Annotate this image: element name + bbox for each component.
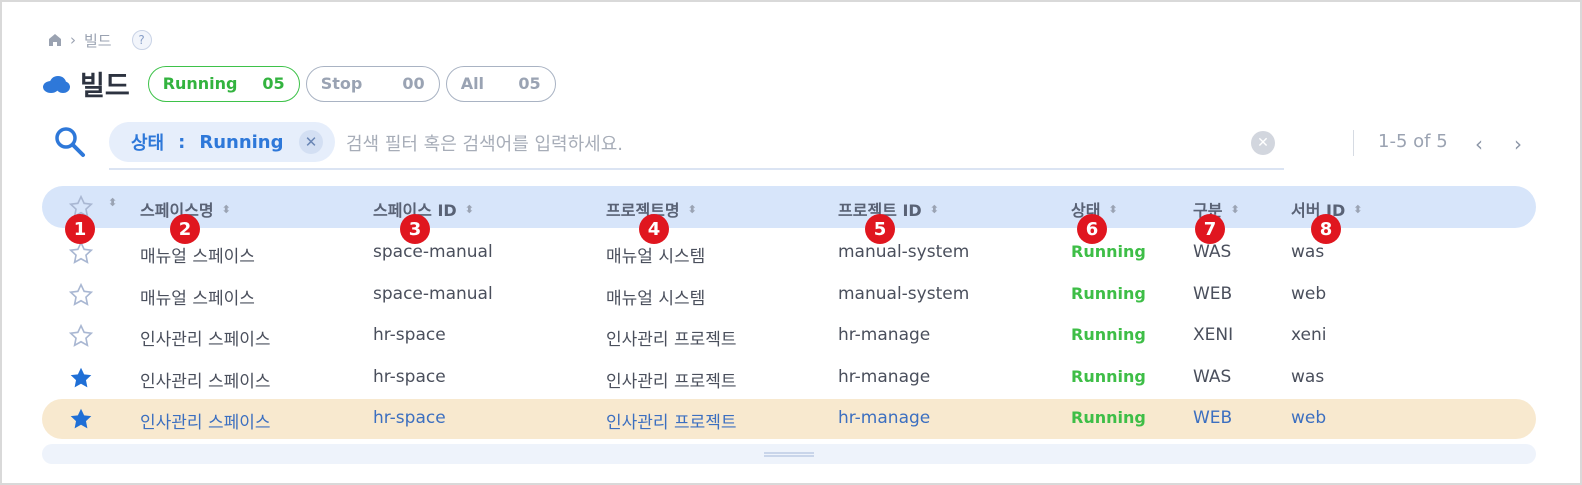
cell-status: Running — [1071, 367, 1146, 386]
chip-key: 상태 — [131, 133, 165, 154]
sort-icon[interactable]: ⬍ — [108, 197, 117, 208]
cell-space-id: space-manual — [373, 242, 493, 262]
search-underline — [109, 168, 1284, 170]
cloud-icon — [43, 75, 70, 93]
cell-server-id: web — [1291, 408, 1327, 428]
cell-server-id: web — [1291, 284, 1327, 304]
sort-icon: ⬍ — [464, 202, 474, 216]
annotation-badge: 5 — [865, 214, 895, 244]
cell-space-name: 인사관리 스페이스 — [140, 413, 271, 433]
filter-chip[interactable]: 상태 : Running ✕ — [109, 122, 335, 162]
cell-space-id: hr-space — [373, 408, 446, 428]
sort-icon: ⬍ — [221, 202, 231, 216]
scroll-handle[interactable] — [764, 452, 814, 457]
filter-count: 05 — [262, 74, 285, 93]
clear-icon[interactable]: ✕ — [1251, 131, 1275, 155]
sort-icon: ⬍ — [1353, 202, 1363, 216]
sort-icon: ⬍ — [1108, 202, 1118, 216]
star-filled-icon[interactable] — [68, 406, 94, 436]
chip-value: Running — [199, 131, 284, 153]
page-frame: › 빌드 ? 빌드 Running 05 Stop 00 All 05 상태 :… — [0, 0, 1582, 485]
star-filled-icon[interactable] — [68, 365, 94, 395]
filter-label: All — [460, 74, 485, 93]
close-icon[interactable]: ✕ — [299, 130, 323, 154]
filter-count: 05 — [518, 74, 541, 93]
filter-count: 00 — [402, 74, 425, 93]
cell-project-name: 매뉴얼 시스템 — [606, 289, 706, 309]
filter-label: Running — [162, 74, 238, 93]
filter-label: Stop — [320, 74, 363, 93]
cell-space-id: hr-space — [373, 367, 446, 387]
cell-type: WAS — [1193, 242, 1232, 262]
cell-space-id: space-manual — [373, 284, 493, 304]
star-outline-icon[interactable] — [68, 282, 94, 312]
cell-space-name: 인사관리 스페이스 — [140, 330, 271, 350]
annotation-badge: 6 — [1077, 214, 1107, 244]
table-row[interactable]: 매뉴얼 스페이스 space-manual 매뉴얼 시스템 manual-sys… — [42, 275, 1536, 315]
table-row[interactable]: 매뉴얼 스페이스 space-manual 매뉴얼 시스템 manual-sys… — [42, 233, 1536, 273]
cell-type: WAS — [1193, 367, 1232, 387]
cell-space-name: 매뉴얼 스페이스 — [140, 289, 255, 309]
cell-space-name: 매뉴얼 스페이스 — [140, 247, 255, 267]
filter-running-button[interactable]: Running 05 — [147, 65, 300, 102]
horizontal-scrollbar[interactable] — [42, 444, 1536, 464]
breadcrumb: › 빌드 ? — [48, 30, 152, 50]
sort-icon: ⬍ — [929, 202, 939, 216]
annotation-badge: 8 — [1311, 214, 1341, 244]
cell-type: WEB — [1193, 284, 1233, 304]
cell-status: Running — [1071, 284, 1146, 303]
table-row[interactable]: 인사관리 스페이스 hr-space 인사관리 프로젝트 hr-manage R… — [42, 358, 1536, 398]
page-title: 빌드 — [80, 71, 130, 102]
cell-project-id: hr-manage — [838, 408, 931, 428]
cell-project-name: 인사관리 프로젝트 — [606, 413, 737, 433]
pagination-info: 1-5 of 5 — [1378, 131, 1448, 152]
table-row[interactable]: 인사관리 스페이스 hr-space 인사관리 프로젝트 hr-manage R… — [42, 316, 1536, 356]
cell-project-id: manual-system — [838, 284, 970, 304]
cell-status: Running — [1071, 408, 1146, 427]
chip-separator: : — [178, 131, 186, 153]
cell-project-name: 매뉴얼 시스템 — [606, 247, 706, 267]
annotation-badge: 1 — [65, 214, 95, 244]
chevron-left-icon[interactable]: ‹ — [1469, 132, 1489, 156]
divider — [1353, 130, 1354, 156]
cell-project-name: 인사관리 프로젝트 — [606, 372, 737, 392]
star-outline-icon[interactable] — [68, 323, 94, 353]
annotation-badge: 3 — [400, 214, 430, 244]
home-icon[interactable] — [48, 33, 62, 47]
search-icon[interactable] — [54, 126, 86, 158]
annotation-badge: 2 — [170, 214, 200, 244]
cell-project-name: 인사관리 프로젝트 — [606, 330, 737, 350]
filter-stop-button[interactable]: Stop 00 — [305, 65, 440, 102]
cell-type: XENI — [1193, 325, 1234, 345]
cell-type: WEB — [1193, 408, 1233, 428]
help-icon[interactable]: ? — [131, 30, 152, 50]
cell-server-id: xeni — [1291, 325, 1327, 345]
cell-project-id: manual-system — [838, 242, 970, 262]
cell-space-id: hr-space — [373, 325, 446, 345]
cell-status: Running — [1071, 325, 1146, 344]
cell-server-id: was — [1291, 242, 1325, 262]
cell-server-id: was — [1291, 367, 1325, 387]
title-row: 빌드 Running 05 Stop 00 All 05 — [42, 64, 562, 103]
cell-space-name: 인사관리 스페이스 — [140, 372, 271, 392]
annotation-badge: 4 — [639, 214, 669, 244]
star-outline-icon[interactable] — [68, 240, 94, 270]
cell-project-id: hr-manage — [838, 325, 931, 345]
filter-all-button[interactable]: All 05 — [445, 65, 556, 102]
search-input[interactable]: 검색 필터 혹은 검색어를 입력하세요. — [346, 130, 623, 156]
cell-project-id: hr-manage — [838, 367, 931, 387]
cell-status: Running — [1071, 242, 1146, 261]
chevron-right-icon: › — [70, 31, 76, 49]
breadcrumb-current: 빌드 — [84, 31, 112, 50]
annotation-badge: 7 — [1195, 214, 1225, 244]
sort-icon: ⬍ — [1230, 202, 1240, 216]
sort-icon: ⬍ — [687, 202, 697, 216]
table-row-selected[interactable]: 인사관리 스페이스 hr-space 인사관리 프로젝트 hr-manage R… — [42, 399, 1536, 439]
chevron-right-icon[interactable]: › — [1508, 132, 1528, 156]
